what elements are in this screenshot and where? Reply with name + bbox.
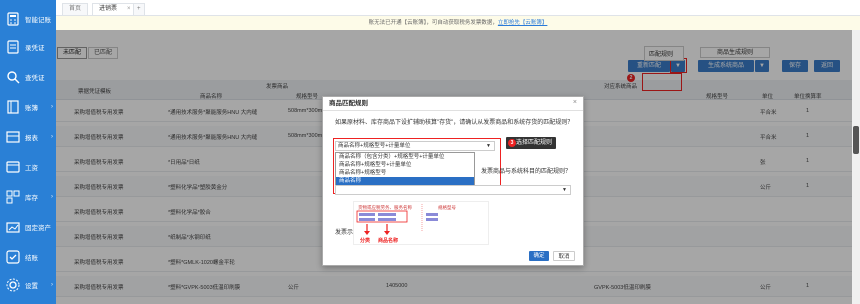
- step-badge-3: 3: [508, 139, 516, 147]
- plus-icon: +: [137, 6, 141, 12]
- document-icon: [5, 39, 21, 55]
- example-note-name: 商品名称: [378, 237, 398, 244]
- sidebar-item-9[interactable]: 设置 ›: [0, 272, 56, 298]
- cancel-button[interactable]: 取消: [553, 251, 575, 261]
- sidebar-item-6[interactable]: 库存 ›: [0, 184, 56, 210]
- sidebar-item-3[interactable]: 账簿 ›: [0, 94, 56, 120]
- tab-invoices[interactable]: 进销票 ×: [92, 3, 138, 15]
- match-rule-dialog: 商品匹配规则 × 如果原材料、库存商品下设扩辅助核算"存货"，请确认从发票商品和…: [322, 96, 584, 266]
- confirm-label: 确定: [533, 253, 545, 259]
- cancel-label: 取消: [558, 254, 570, 260]
- notice-text: 账无法已开通【云账簿】，可自动获取税务发票数据，: [368, 20, 498, 26]
- example-note-classify: 分类: [360, 237, 370, 244]
- inventory-icon: [5, 189, 21, 205]
- gear-icon: [5, 277, 21, 293]
- check-icon: [5, 249, 21, 265]
- example-header-name: 货物或应税劳务、服务名称: [358, 204, 412, 211]
- chevron-down-icon: ▼: [562, 187, 567, 193]
- sidebar-item-label: 录凭证: [25, 45, 45, 52]
- sidebar-item-4[interactable]: 报表 ›: [0, 124, 56, 150]
- confirm-button[interactable]: 确定: [529, 251, 549, 261]
- tab-invoices-label: 进销票: [99, 6, 118, 12]
- sidebar-item-label: 报表: [25, 135, 38, 142]
- sidebar-item-label: 固定资产: [25, 225, 51, 232]
- book-icon: [5, 99, 21, 115]
- sidebar-item-label: 工资: [25, 165, 38, 172]
- sidebar-item-label: 结账: [25, 255, 38, 262]
- sidebar-item-label: 设置: [25, 283, 38, 290]
- tab-bar: 首页 进销票 × +: [56, 0, 860, 16]
- sidebar-item-8[interactable]: 结账: [0, 244, 56, 270]
- calculator-icon: [5, 11, 21, 27]
- sidebar-item-5[interactable]: 工资: [0, 154, 56, 180]
- dialog-title: 商品匹配规则: [323, 97, 583, 111]
- scrollbar[interactable]: [852, 30, 860, 304]
- close-icon[interactable]: ×: [127, 6, 131, 12]
- sidebar-item-label: 智能记账: [25, 17, 51, 24]
- sidebar-item-2[interactable]: 查凭证: [0, 64, 56, 90]
- sidebar-item-label: 账簿: [25, 105, 38, 112]
- invoice-example-graphic: 货物或应税劳务、服务名称 规格型号 分类 商品名称: [356, 204, 456, 244]
- sidebar-item-label: 库存: [25, 195, 38, 202]
- notice-link[interactable]: 立即抢先【云账簿】: [498, 20, 548, 26]
- tooltip-choose-rule-text: 选择匹配规则: [516, 140, 553, 146]
- close-icon[interactable]: ×: [573, 99, 577, 106]
- add-tab-button[interactable]: +: [133, 3, 145, 15]
- notice-bar: 账无法已开通【云账簿】，可自动获取税务发票数据，立即抢先【云账簿】: [56, 16, 860, 30]
- chevron-right-icon: ›: [51, 104, 53, 110]
- sidebar-item-7[interactable]: 固定资产: [0, 214, 56, 240]
- tab-home-label: 首页: [69, 6, 82, 12]
- example-header-spec: 规格型号: [438, 204, 456, 211]
- sidebar-item-0[interactable]: 智能记账: [0, 6, 56, 32]
- tab-home[interactable]: 首页: [62, 3, 89, 15]
- sidebar-item-label: 查凭证: [25, 75, 45, 82]
- chevron-right-icon: ›: [51, 134, 53, 140]
- wallet-icon: [5, 159, 21, 175]
- sidebar: 智能记账录凭证查凭证账簿 › 报表 › 工资库存 › 固定资产结账设置 ›: [0, 0, 56, 304]
- chevron-right-icon: ›: [51, 194, 53, 200]
- asset-icon: [5, 219, 21, 235]
- question-account-rule: 发票商品与系统科目的匹配规则？: [481, 169, 572, 175]
- question-inventory-rule: 如果原材料、库存商品下设扩辅助核算"存货"，请确认从发票商品和系统存货的匹配规则…: [335, 120, 574, 126]
- step-badge-3-label: 3: [510, 140, 514, 146]
- account-rule-select[interactable]: ▼: [335, 185, 571, 195]
- invoice-example-image: 货物或应税劳务、服务名称 规格型号 分类 商品名称: [353, 201, 489, 245]
- scrollbar-thumb[interactable]: [853, 126, 859, 154]
- search-icon: [5, 69, 21, 85]
- sidebar-item-1[interactable]: 录凭证: [0, 34, 56, 60]
- report-icon: [5, 129, 21, 145]
- chevron-right-icon: ›: [51, 282, 53, 288]
